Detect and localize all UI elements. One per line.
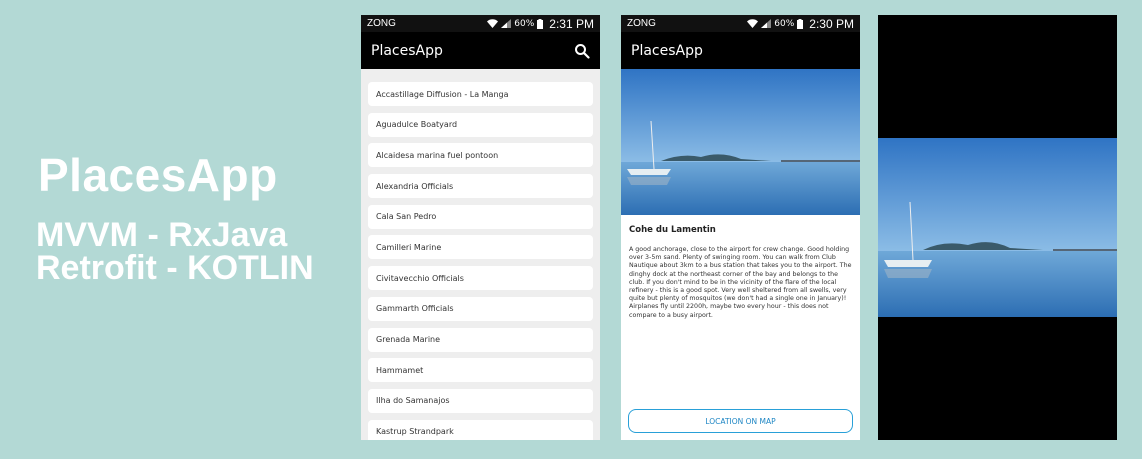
fullscreen-photo[interactable]	[878, 138, 1117, 317]
app-bar: PlacesApp	[361, 32, 600, 69]
place-description: A good anchorage, close to the airport f…	[629, 246, 852, 319]
wifi-icon	[747, 19, 759, 28]
place-photo[interactable]	[621, 69, 860, 215]
app-title: PlacesApp	[371, 42, 443, 59]
list-item[interactable]: Kastrup Strandpark	[368, 419, 593, 440]
promo-title: PlacesApp	[38, 149, 278, 201]
battery-percent: 60%	[514, 18, 535, 29]
location-on-map-button[interactable]: LOCATION ON MAP	[628, 409, 853, 433]
carrier-label: ZONG	[367, 18, 396, 29]
fullscreen-image-screen	[878, 15, 1117, 440]
detail-screen: ZONG 60% 2:30 PM PlacesApp Cohe du Lamen…	[621, 15, 860, 440]
battery-icon	[797, 18, 804, 29]
place-name: Civitavecchio Officials	[376, 273, 464, 283]
promo-subtitle-line2: Retrofit - KOTLIN	[36, 249, 314, 287]
place-name: Ilha do Samanajos	[376, 396, 450, 406]
app-title: PlacesApp	[631, 42, 703, 59]
clock: 2:30 PM	[809, 16, 854, 31]
places-list: Accastillage Diffusion - La Manga Aguadu…	[361, 69, 600, 440]
place-detail: Cohe du Lamentin A good anchorage, close…	[621, 215, 860, 328]
place-name: Alcaidesa marina fuel pontoon	[376, 150, 499, 160]
list-item[interactable]: Grenada Marine	[368, 327, 593, 352]
list-item[interactable]: Alexandria Officials	[368, 174, 593, 199]
list-item[interactable]: Civitavecchio Officials	[368, 266, 593, 291]
place-name: Grenada Marine	[376, 335, 441, 344]
list-screen: ZONG 60% 2:31 PM PlacesApp Accastillage …	[361, 15, 600, 440]
clock: 2:31 PM	[549, 16, 594, 31]
list-item[interactable]: Cala San Pedro	[368, 204, 593, 229]
list-item[interactable]: Gammarth Officials	[368, 296, 593, 321]
carrier-label: ZONG	[627, 18, 656, 29]
place-name: Gammarth Officials	[376, 304, 454, 314]
list-item[interactable]: Accastillage Diffusion - La Manga	[368, 82, 593, 106]
list-item[interactable]: Hammamet	[368, 358, 593, 383]
place-name: Aguadulce Boatyard	[376, 120, 458, 130]
signal-icon	[761, 19, 772, 28]
list-item[interactable]: Ilha do Samanajos	[368, 388, 593, 413]
wifi-icon	[487, 19, 499, 28]
place-name: Accastillage Diffusion - La Manga	[376, 89, 509, 99]
battery-icon	[537, 18, 544, 29]
status-bar: ZONG 60% 2:30 PM	[621, 15, 860, 32]
place-name: Camilleri Marine	[376, 242, 442, 252]
place-name: Hammamet	[376, 365, 424, 375]
place-name: Kastrup Strandpark	[376, 427, 454, 437]
list-item[interactable]: Camilleri Marine	[368, 235, 593, 260]
search-icon[interactable]	[574, 43, 590, 59]
promo-subtitle-line1: MVVM - RxJava	[36, 216, 288, 254]
place-name: Cala San Pedro	[376, 212, 437, 222]
place-title: Cohe du Lamentin	[629, 225, 716, 235]
app-bar: PlacesApp	[621, 32, 860, 69]
battery-percent: 60%	[774, 18, 795, 29]
place-name: Alexandria Officials	[376, 181, 454, 191]
status-bar: ZONG 60% 2:31 PM	[361, 15, 600, 32]
list-item[interactable]: Alcaidesa marina fuel pontoon	[368, 143, 593, 168]
list-item[interactable]: Aguadulce Boatyard	[368, 112, 593, 137]
signal-icon	[501, 19, 512, 28]
